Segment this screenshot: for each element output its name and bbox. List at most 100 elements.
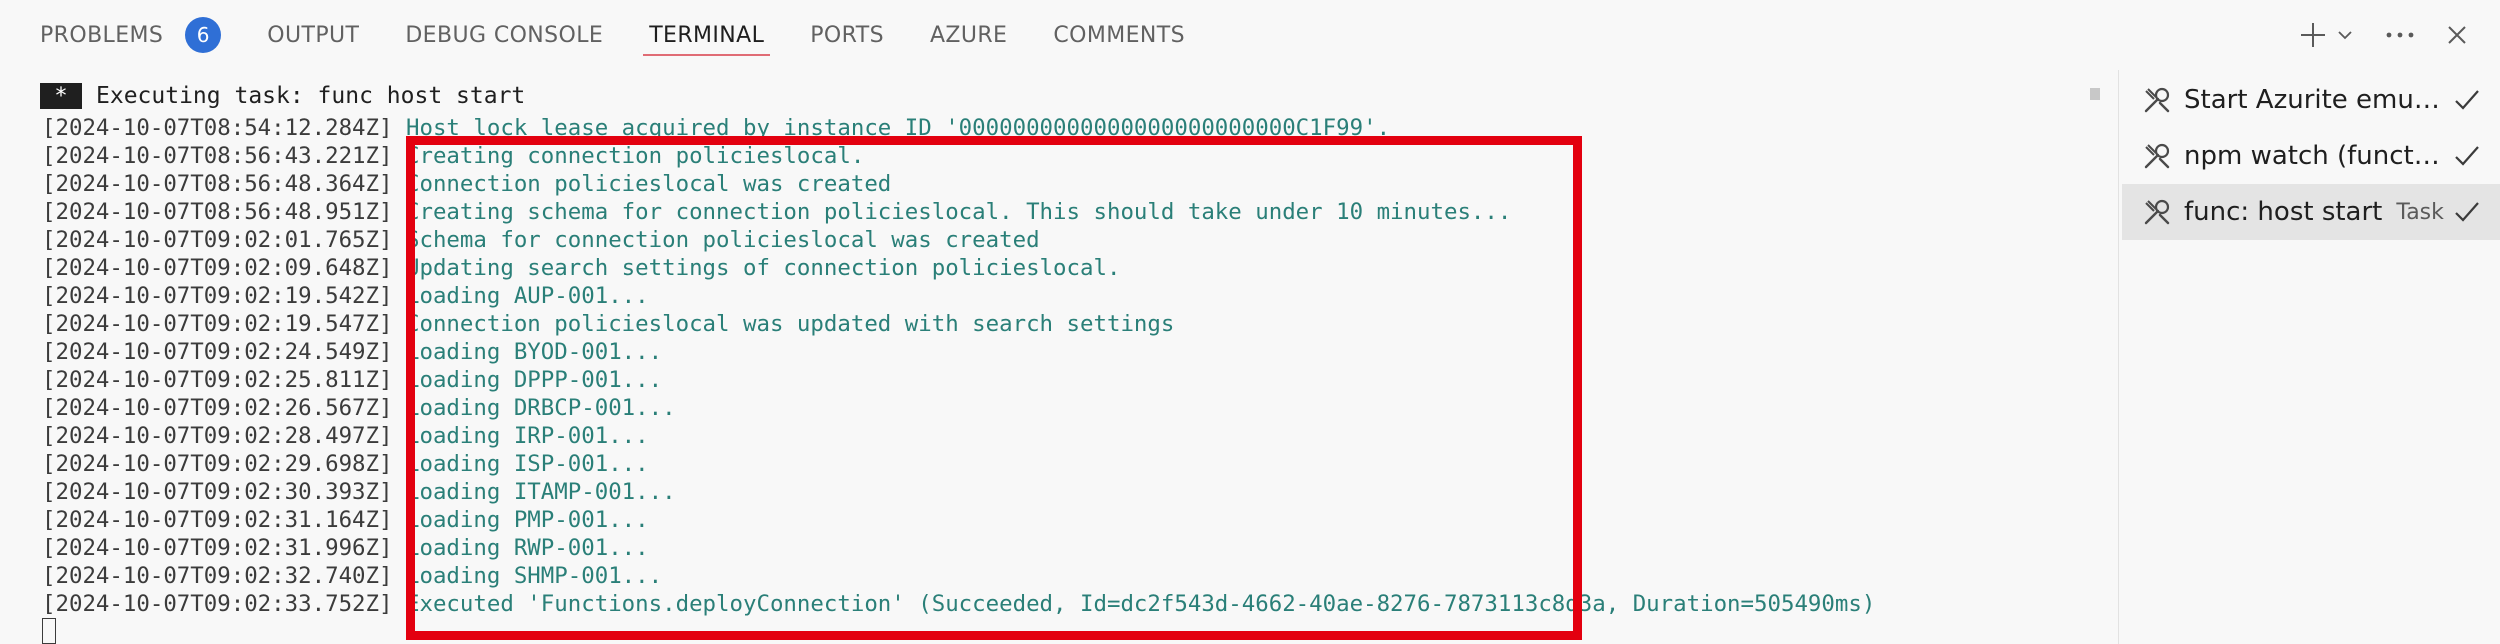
log-timestamp: [2024-10-07T09:02:33.752Z] bbox=[42, 591, 393, 617]
log-line: [2024-10-07T09:02:25.811Z] Loading DPPP-… bbox=[42, 366, 2102, 394]
log-message: Loading DRBCP-001... bbox=[405, 395, 676, 421]
log-line: [2024-10-07T09:02:26.567Z] Loading DRBCP… bbox=[42, 394, 2102, 422]
plus-icon bbox=[2301, 23, 2325, 47]
more-icon bbox=[2386, 32, 2414, 38]
task-item-azurite[interactable]: Start Azurite emula... bbox=[2122, 72, 2500, 128]
log-timestamp: [2024-10-07T08:56:48.364Z] bbox=[42, 171, 393, 197]
log-message: Loading ITAMP-001... bbox=[405, 479, 676, 505]
check-icon bbox=[2455, 146, 2479, 166]
task-marker: * bbox=[40, 83, 82, 109]
log-message: Loading BYOD-001... bbox=[405, 339, 663, 365]
log-message: Updating search settings of connection p… bbox=[405, 255, 1121, 281]
log-line: [2024-10-07T09:02:19.542Z] Loading AUP-0… bbox=[42, 282, 2102, 310]
log-timestamp: [2024-10-07T09:02:26.567Z] bbox=[42, 395, 393, 421]
log-timestamp: [2024-10-07T09:02:19.547Z] bbox=[42, 311, 393, 337]
tab-debug-console[interactable]: DEBUG CONSOLE bbox=[405, 0, 603, 70]
log-message: Loading PMP-001... bbox=[405, 507, 649, 533]
log-line: [2024-10-07T08:56:48.364Z] Connection po… bbox=[42, 170, 2102, 198]
panel-tab-bar: PROBLEMS 6 OUTPUT DEBUG CONSOLE TERMINAL… bbox=[0, 0, 2500, 70]
terminal-profiles-dropdown[interactable] bbox=[2334, 15, 2356, 55]
panel-tabs: PROBLEMS 6 OUTPUT DEBUG CONSOLE TERMINAL… bbox=[40, 0, 1185, 70]
terminal-output[interactable]: * Executing task: func host start [2024-… bbox=[0, 70, 2120, 644]
log-line: [2024-10-07T09:02:24.549Z] Loading BYOD-… bbox=[42, 338, 2102, 366]
problems-count-badge: 6 bbox=[185, 17, 222, 53]
check-icon bbox=[2455, 90, 2479, 110]
log-timestamp: [2024-10-07T09:02:09.648Z] bbox=[42, 255, 393, 281]
log-timestamp: [2024-10-07T08:54:12.284Z] bbox=[42, 118, 393, 141]
task-header: * Executing task: func host start bbox=[40, 82, 525, 110]
log-timestamp: [2024-10-07T09:02:30.393Z] bbox=[42, 479, 393, 505]
log-timestamp: [2024-10-07T09:02:29.698Z] bbox=[42, 451, 393, 477]
tab-problems[interactable]: PROBLEMS 6 bbox=[40, 0, 222, 70]
task-kind: Task bbox=[2396, 199, 2444, 225]
log-line: [2024-10-07T08:56:43.221Z] Creating conn… bbox=[42, 142, 2102, 170]
panel-actions bbox=[2296, 0, 2472, 70]
log-timestamp: [2024-10-07T08:56:43.221Z] bbox=[42, 143, 393, 169]
log-message: Host lock lease acquired by instance ID … bbox=[405, 118, 1391, 141]
task-name: npm watch (functio... bbox=[2184, 141, 2440, 171]
tools-icon bbox=[2144, 87, 2170, 113]
task-name: func: host start bbox=[2184, 197, 2383, 227]
log-lines: [2024-10-07T08:54:12.284Z] Host lock lea… bbox=[42, 118, 2102, 644]
task-name: Start Azurite emula... bbox=[2184, 85, 2440, 115]
terminal-task-list: Start Azurite emula... npm watch (functi… bbox=[2122, 72, 2500, 240]
more-actions-button[interactable] bbox=[2382, 15, 2418, 55]
log-timestamp: [2024-10-07T09:02:19.542Z] bbox=[42, 283, 393, 309]
close-icon bbox=[2448, 26, 2466, 44]
log-message: Loading IRP-001... bbox=[405, 423, 649, 449]
tab-label: COMMENTS bbox=[1053, 22, 1185, 48]
log-line: [2024-10-07T09:02:28.497Z] Loading IRP-0… bbox=[42, 422, 2102, 450]
log-message: Connection policieslocal was updated wit… bbox=[405, 311, 1175, 337]
log-timestamp: [2024-10-07T09:02:01.765Z] bbox=[42, 227, 393, 253]
log-line: [2024-10-07T09:02:30.393Z] Loading ITAMP… bbox=[42, 478, 2102, 506]
log-line: [2024-10-07T08:54:12.284Z] Host lock lea… bbox=[42, 118, 2102, 142]
new-terminal-button[interactable] bbox=[2296, 15, 2330, 55]
log-message: Loading RWP-001... bbox=[405, 535, 649, 561]
log-line: [2024-10-07T09:02:01.765Z] Schema for co… bbox=[42, 226, 2102, 254]
tab-label: AZURE bbox=[929, 22, 1008, 48]
task-item-func-host-start[interactable]: func: host start Task bbox=[2122, 184, 2500, 240]
log-message: Creating connection policieslocal. bbox=[405, 143, 865, 169]
tab-label: OUTPUT bbox=[267, 22, 360, 48]
task-item-npm-watch[interactable]: npm watch (functio... bbox=[2122, 128, 2500, 184]
terminal-scrollbar[interactable] bbox=[2090, 88, 2100, 100]
log-message: Loading SHMP-001... bbox=[405, 563, 663, 589]
log-line: [2024-10-07T09:02:31.996Z] Loading RWP-0… bbox=[42, 534, 2102, 562]
tab-output[interactable]: OUTPUT bbox=[267, 0, 359, 70]
check-icon bbox=[2455, 202, 2479, 222]
log-message: Loading DPPP-001... bbox=[405, 367, 663, 393]
tab-comments[interactable]: COMMENTS bbox=[1053, 0, 1185, 70]
log-timestamp: [2024-10-07T09:02:24.549Z] bbox=[42, 339, 393, 365]
log-timestamp: [2024-10-07T09:02:31.996Z] bbox=[42, 535, 393, 561]
close-panel-button[interactable] bbox=[2442, 15, 2472, 55]
chevron-down-icon bbox=[2338, 31, 2352, 40]
tab-ports[interactable]: PORTS bbox=[810, 0, 884, 70]
log-message: Connection policieslocal was created bbox=[405, 171, 892, 197]
terminal-cursor bbox=[42, 618, 56, 644]
log-timestamp: [2024-10-07T09:02:31.164Z] bbox=[42, 507, 393, 533]
tab-label: DEBUG CONSOLE bbox=[405, 22, 604, 48]
tab-label: PROBLEMS bbox=[40, 22, 164, 48]
log-message: Creating schema for connection policiesl… bbox=[405, 199, 1512, 225]
log-message: Loading AUP-001... bbox=[405, 283, 649, 309]
tools-icon bbox=[2144, 143, 2170, 169]
tab-label: PORTS bbox=[810, 22, 884, 48]
log-message: Schema for connection policieslocal was … bbox=[405, 227, 1040, 253]
log-line: [2024-10-07T09:02:32.740Z] Loading SHMP-… bbox=[42, 562, 2102, 590]
tab-terminal[interactable]: TERMINAL bbox=[643, 0, 771, 70]
tab-label: TERMINAL bbox=[649, 22, 765, 48]
log-line: [2024-10-07T09:02:31.164Z] Loading PMP-0… bbox=[42, 506, 2102, 534]
log-timestamp: [2024-10-07T09:02:32.740Z] bbox=[42, 563, 393, 589]
log-timestamp: [2024-10-07T08:56:48.951Z] bbox=[42, 199, 393, 225]
log-line: [2024-10-07T09:02:09.648Z] Updating sear… bbox=[42, 254, 2102, 282]
tools-icon bbox=[2144, 199, 2170, 225]
log-message: Loading ISP-001... bbox=[405, 451, 649, 477]
log-message: Executed 'Functions.deployConnection' (S… bbox=[405, 591, 1876, 617]
task-header-text: Executing task: func host start bbox=[96, 83, 526, 109]
tasklist-divider bbox=[2118, 70, 2119, 644]
log-timestamp: [2024-10-07T09:02:25.811Z] bbox=[42, 367, 393, 393]
log-line: [2024-10-07T08:56:48.951Z] Creating sche… bbox=[42, 198, 2102, 226]
tab-azure[interactable]: AZURE bbox=[930, 0, 1007, 70]
log-line: [2024-10-07T09:02:29.698Z] Loading ISP-0… bbox=[42, 450, 2102, 478]
log-timestamp: [2024-10-07T09:02:28.497Z] bbox=[42, 423, 393, 449]
